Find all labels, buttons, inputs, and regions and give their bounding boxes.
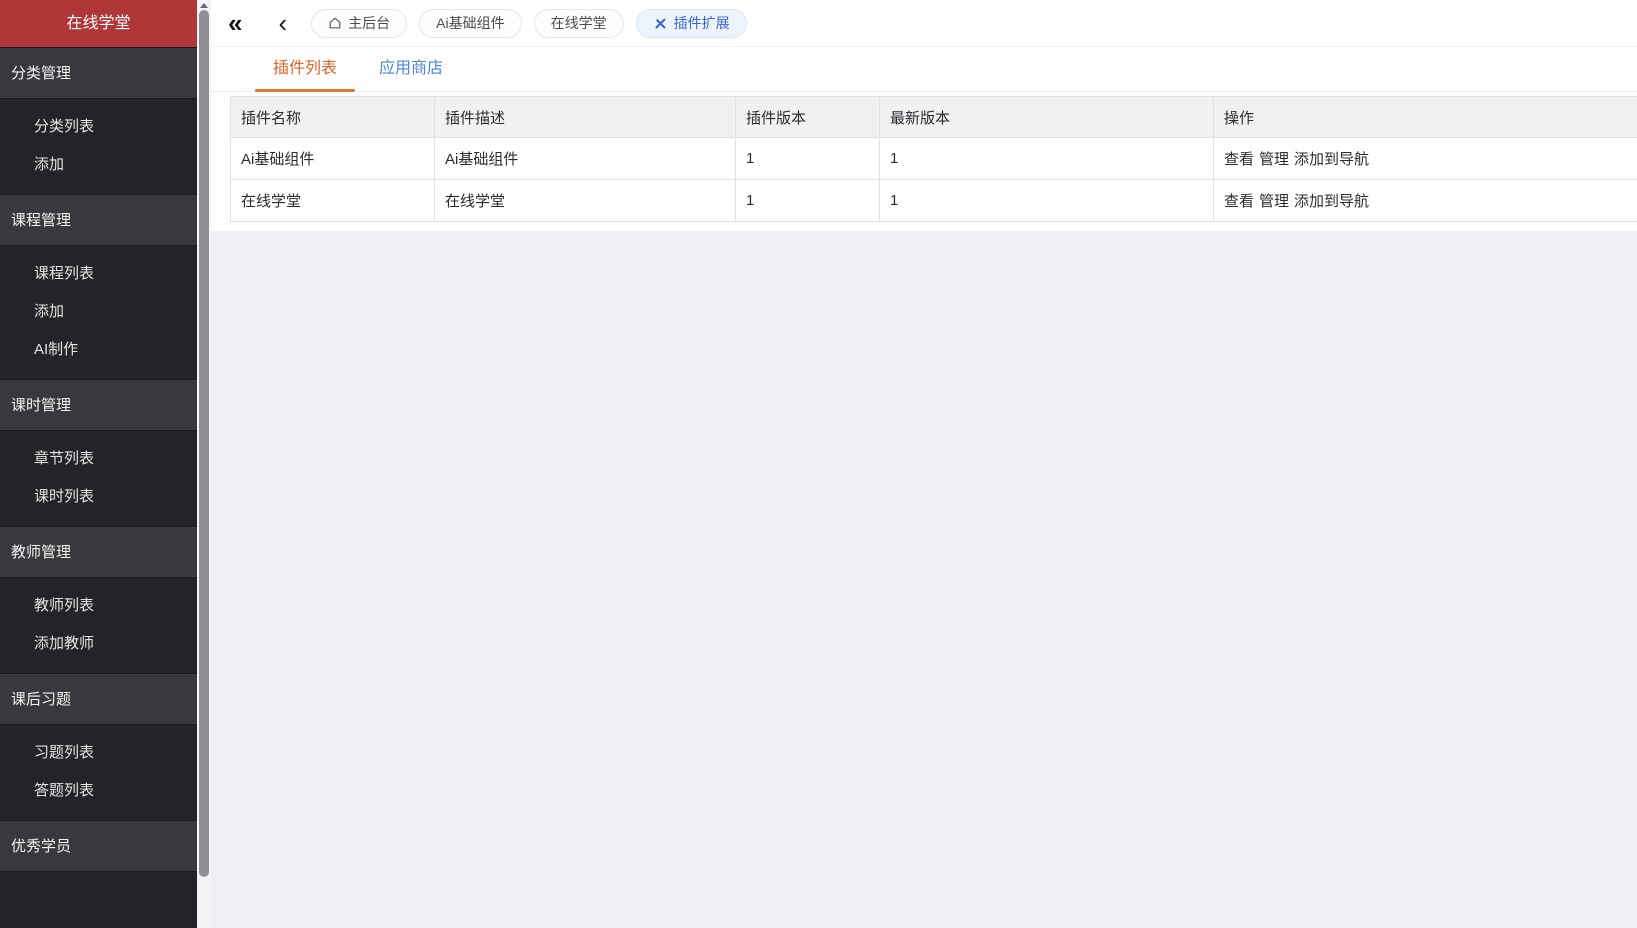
cell-actions: 查看管理添加到导航 — [1214, 180, 1637, 222]
sidebar-submenu-homework: 习题列表答题列表 — [0, 725, 197, 820]
cell-plugin-version: 1 — [736, 180, 880, 222]
scroll-up-arrow-icon[interactable] — [200, 3, 208, 8]
tab-app-store[interactable]: 应用商店 — [358, 47, 464, 91]
sidebar-section-category-management[interactable]: 分类管理 — [0, 47, 197, 99]
sidebar-submenu-teacher-management: 教师列表添加教师 — [0, 578, 197, 673]
breadcrumb-label: Ai基础组件 — [436, 13, 504, 33]
action-manage[interactable]: 管理 — [1259, 193, 1289, 210]
home-icon — [328, 16, 342, 30]
column-header: 操作 — [1214, 97, 1637, 138]
sidebar-nav: 分类管理分类列表添加课程管理课程列表添加AI制作课时管理章节列表课时列表教师管理… — [0, 47, 197, 872]
column-header: 插件版本 — [736, 97, 880, 138]
sidebar-scrollbar[interactable] — [197, 0, 211, 928]
sidebar-item-exercise-list[interactable]: 习题列表 — [0, 734, 197, 772]
breadcrumb-main-backend[interactable]: 主后台 — [311, 9, 407, 38]
sidebar-section-teacher-management[interactable]: 教师管理 — [0, 526, 197, 578]
table-header-row: 插件名称插件描述插件版本最新版本操作 — [231, 97, 1637, 138]
topbar: « ‹ 主后台 Ai基础组件 在线学堂 插件扩展 — [211, 0, 1637, 47]
breadcrumb: 主后台 Ai基础组件 在线学堂 插件扩展 — [311, 9, 746, 38]
sidebar-section-course-management[interactable]: 课程管理 — [0, 194, 197, 246]
scrollbar-thumb[interactable] — [199, 10, 209, 877]
breadcrumb-online-school[interactable]: 在线学堂 — [534, 9, 624, 38]
sidebar-item-answer-list[interactable]: 答题列表 — [0, 772, 197, 810]
sidebar-submenu-category-management: 分类列表添加 — [0, 99, 197, 194]
tab-plugin-list[interactable]: 插件列表 — [252, 47, 358, 91]
app-title: 在线学堂 — [0, 0, 197, 47]
cell-latest-version: 1 — [880, 138, 1214, 180]
cell-plugin-version: 1 — [736, 138, 880, 180]
cell-plugin-name: Ai基础组件 — [231, 138, 435, 180]
column-header: 最新版本 — [880, 97, 1214, 138]
action-view[interactable]: 查看 — [1224, 193, 1254, 210]
action-manage[interactable]: 管理 — [1259, 151, 1289, 168]
breadcrumb-plugin-extension[interactable]: 插件扩展 — [636, 9, 747, 38]
column-header: 插件描述 — [435, 97, 736, 138]
sidebar-item-teacher-add[interactable]: 添加教师 — [0, 625, 197, 663]
cell-actions: 查看管理添加到导航 — [1214, 138, 1637, 180]
column-header: 插件名称 — [231, 97, 435, 138]
breadcrumb-label: 插件扩展 — [674, 13, 730, 33]
sidebar-submenu-course-management: 课程列表添加AI制作 — [0, 246, 197, 379]
back-icon[interactable]: ‹ — [278, 10, 287, 36]
sidebar-section-homework[interactable]: 课后习题 — [0, 673, 197, 725]
plugin-table: 插件名称插件描述插件版本最新版本操作 Ai基础组件Ai基础组件11查看管理添加到… — [230, 96, 1637, 222]
sidebar-item-category-add[interactable]: 添加 — [0, 146, 197, 184]
action-add-to-nav[interactable]: 添加到导航 — [1294, 151, 1369, 168]
sidebar-section-excellent-students[interactable]: 优秀学员 — [0, 820, 197, 872]
action-add-to-nav[interactable]: 添加到导航 — [1294, 193, 1369, 210]
breadcrumb-label: 主后台 — [348, 13, 390, 33]
sidebar-item-category-list[interactable]: 分类列表 — [0, 108, 197, 146]
sidebar-item-teacher-list[interactable]: 教师列表 — [0, 587, 197, 625]
cell-plugin-description: 在线学堂 — [435, 180, 736, 222]
cell-latest-version: 1 — [880, 180, 1214, 222]
cell-plugin-description: Ai基础组件 — [435, 138, 736, 180]
tab-bar: 插件列表应用商店 — [211, 47, 1637, 92]
action-view[interactable]: 查看 — [1224, 151, 1254, 168]
table-row: Ai基础组件Ai基础组件11查看管理添加到导航 — [231, 138, 1637, 180]
breadcrumb-label: 在线学堂 — [551, 13, 607, 33]
sidebar-section-lesson-management[interactable]: 课时管理 — [0, 379, 197, 431]
sidebar-item-lesson-list[interactable]: 课时列表 — [0, 478, 197, 516]
plugin-icon — [653, 16, 668, 31]
breadcrumb-ai-base-component[interactable]: Ai基础组件 — [419, 9, 521, 38]
cell-plugin-name: 在线学堂 — [231, 180, 435, 222]
sidebar-item-chapter-list[interactable]: 章节列表 — [0, 440, 197, 478]
collapse-sidebar-icon[interactable]: « — [228, 10, 242, 36]
table-row: 在线学堂在线学堂11查看管理添加到导航 — [231, 180, 1637, 222]
sidebar-submenu-lesson-management: 章节列表课时列表 — [0, 431, 197, 526]
sidebar-item-course-add[interactable]: 添加 — [0, 293, 197, 331]
sidebar-item-ai-create[interactable]: AI制作 — [0, 331, 197, 369]
sidebar-item-course-list[interactable]: 课程列表 — [0, 255, 197, 293]
sidebar: 在线学堂 分类管理分类列表添加课程管理课程列表添加AI制作课时管理章节列表课时列… — [0, 0, 197, 928]
content-card: 插件列表应用商店 插件名称插件描述插件版本最新版本操作 Ai基础组件Ai基础组件… — [211, 47, 1637, 231]
main-area: « ‹ 主后台Ai基础组件在线学堂插件扩展 插件列表应用商店 插件名称插件描述插… — [211, 0, 1637, 231]
